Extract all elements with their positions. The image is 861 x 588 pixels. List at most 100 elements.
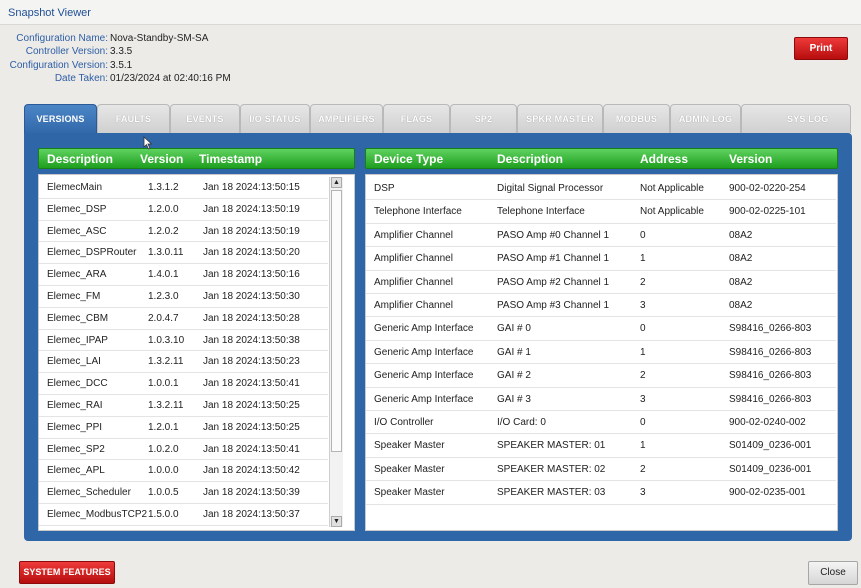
device-row[interactable]: Telephone Interface Telephone Interface No… [366, 200, 836, 224]
device-address-cell: 3 [640, 300, 646, 311]
date-taken-value: 01/23/2024 at 02:40:16 PM [110, 72, 231, 84]
device-version-cell: 08A2 [729, 253, 753, 265]
version-row[interactable]: Elemec_CBM 2.0.4.7 Jan 18 2024:13:50:28 [39, 308, 328, 330]
version-number-cell: 1.2.0.0 [148, 203, 179, 215]
version-row[interactable]: Elemec_SP2 1.0.2.0 Jan 18 2024:13:50:41 [39, 439, 328, 461]
device-type-cell: Amplifier Channel [374, 276, 453, 288]
device-address-cell: 1 [640, 440, 646, 452]
devices-list: DSP Digital Signal Processor Not Applicabl… [365, 174, 838, 531]
device-row[interactable]: Amplifier Channel PASO Amp #1 Channel 1 1 0… [366, 247, 836, 271]
device-row[interactable]: Generic Amp Interface GAI # 0 0 S98416_0266… [366, 317, 836, 341]
device-description-cell: I/O Card: 0 [497, 417, 546, 428]
version-timestamp-cell: Jan 18 2024:13:50:37 [203, 509, 300, 520]
device-row[interactable]: Amplifier Channel PASO Amp #3 Channel 1 3 0… [366, 294, 836, 318]
tab-modbus[interactable]: MODBUS [603, 104, 670, 133]
device-row[interactable]: Generic Amp Interface GAI # 1 1 S98416_0266… [366, 341, 836, 365]
tab-sys-log[interactable]: SYS LOG [741, 104, 851, 133]
close-button[interactable]: Close [808, 561, 858, 585]
version-row[interactable]: Elemec_PPI 1.2.0.1 Jan 18 2024:13:50:25 [39, 417, 328, 439]
version-timestamp-cell: Jan 18 2024:13:50:25 [203, 400, 300, 411]
col-device-description[interactable]: Description [497, 152, 563, 166]
device-row[interactable]: Speaker Master SPEAKER MASTER: 03 3 900-02-… [366, 481, 836, 505]
version-number-cell: 1.0.3.10 [148, 334, 185, 346]
tab-sp2[interactable]: SP2 [450, 104, 517, 133]
col-version[interactable]: Version [140, 152, 183, 166]
device-type-cell: I/O Controller [374, 417, 434, 428]
arrow-up-icon[interactable]: ▲ [331, 177, 342, 188]
col-device-version[interactable]: Version [729, 152, 772, 166]
device-address-cell: 1 [640, 253, 646, 265]
device-description-cell: PASO Amp #1 Channel 1 [497, 253, 610, 265]
device-address-cell: 1 [640, 346, 646, 358]
scroll-thumb[interactable] [331, 190, 342, 452]
tab-spkr-master[interactable]: SPKR MASTER [517, 104, 603, 133]
col-description[interactable]: Description [47, 152, 113, 166]
device-description-cell: SPEAKER MASTER: 03 [497, 487, 606, 499]
version-timestamp-cell: Jan 18 2024:13:50:28 [203, 312, 300, 324]
version-row[interactable]: Elemec_Scheduler 1.0.0.5 Jan 18 2024:13:50… [39, 482, 328, 504]
version-row[interactable]: Elemec_IPAP 1.0.3.10 Jan 18 2024:13:50:38 [39, 330, 328, 352]
tab-flags[interactable]: FLAGS [383, 104, 450, 133]
version-row[interactable]: Elemec_DCC 1.0.0.1 Jan 18 2024:13:50:41 [39, 373, 328, 395]
device-row[interactable]: Speaker Master SPEAKER MASTER: 01 1 S01409_… [366, 434, 836, 458]
device-row[interactable]: DSP Digital Signal Processor Not Applicabl… [366, 177, 836, 201]
version-description-cell: Elemec_ASC [47, 225, 107, 237]
device-version-cell: 08A2 [729, 276, 753, 288]
version-number-cell: 1.2.3.0 [148, 291, 179, 302]
device-address-cell: 0 [640, 417, 646, 428]
version-timestamp-cell: Jan 18 2024:13:50:19 [203, 225, 300, 237]
version-timestamp-cell: Jan 18 2024:13:50:41 [203, 443, 300, 455]
arrow-down-icon[interactable]: ▼ [331, 516, 342, 527]
device-type-cell: DSP [374, 183, 395, 194]
versions-scrollbar[interactable]: ▲ ▼ [329, 177, 343, 527]
version-row[interactable]: ElemecMain 1.3.1.2 Jan 18 2024:13:50:15 [39, 177, 328, 199]
device-version-cell: S01409_0236-001 [729, 440, 812, 452]
tab-events[interactable]: EVENTS [170, 104, 240, 133]
version-number-cell: 1.2.0.2 [148, 225, 179, 237]
device-row[interactable]: Generic Amp Interface GAI # 2 2 S98416_0266… [366, 364, 836, 388]
version-row[interactable]: Elemec_DSP 1.2.0.0 Jan 18 2024:13:50:19 [39, 199, 328, 221]
version-description-cell: ElemecMain [47, 182, 103, 193]
system-features-button[interactable]: SYSTEM FEATURES [19, 561, 115, 584]
col-timestamp[interactable]: Timestamp [199, 152, 262, 166]
version-timestamp-cell: Jan 18 2024:13:50:38 [203, 334, 300, 346]
tab-admin-log[interactable]: ADMIN LOG [670, 104, 741, 133]
device-row[interactable]: Amplifier Channel PASO Amp #2 Channel 1 2 0… [366, 271, 836, 294]
config-name-value: Nova-Standby-SM-SA [110, 33, 209, 44]
date-taken-label: Date Taken: [54, 72, 108, 84]
device-version-cell: 08A2 [729, 229, 753, 241]
version-row[interactable]: Elemec_ASC 1.2.0.2 Jan 18 2024:13:50:19 [39, 221, 328, 243]
tab-io-status[interactable]: I/O STATUS [240, 104, 310, 133]
version-description-cell: Elemec_DSPRouter [47, 247, 137, 259]
version-timestamp-cell: Jan 18 2024:13:50:15 [203, 182, 300, 193]
device-version-cell: 900-02-0235-001 [729, 487, 806, 499]
version-timestamp-cell: Jan 18 2024:13:50:41 [203, 378, 300, 390]
version-row[interactable]: Elemec_LAI 1.3.2.11 Jan 18 2024:13:50:23 [39, 351, 328, 374]
col-device-type[interactable]: Device Type [374, 152, 443, 166]
tab-faults[interactable]: FAULTS [97, 104, 170, 133]
version-timestamp-cell: Jan 18 2024:13:50:23 [203, 356, 300, 368]
version-description-cell: Elemec_SP2 [47, 443, 105, 455]
device-address-cell: 2 [640, 276, 646, 288]
device-address-cell: Not Applicable [640, 183, 704, 194]
version-number-cell: 2.0.4.7 [148, 312, 179, 324]
device-row[interactable]: I/O Controller I/O Card: 0 0 900-02-0240-00… [366, 411, 836, 435]
version-row[interactable]: Elemec_FM 1.2.3.0 Jan 18 2024:13:50:30 [39, 286, 328, 308]
version-description-cell: Elemec_DCC [47, 378, 108, 390]
device-row[interactable]: Generic Amp Interface GAI # 3 3 S98416_0266… [366, 388, 836, 411]
version-row[interactable]: Elemec_ARA 1.4.0.1 Jan 18 2024:13:50:16 [39, 264, 328, 286]
version-row[interactable]: Elemec_RAI 1.3.2.11 Jan 18 2024:13:50:25 [39, 395, 328, 417]
version-row[interactable]: Elemec_DSPRouter 1.3.0.11 Jan 18 2024:13:5… [39, 242, 328, 265]
device-type-cell: Amplifier Channel [374, 253, 453, 265]
version-row[interactable]: Elemec_APL 1.0.0.0 Jan 18 2024:13:50:42 [39, 460, 328, 483]
tab-amplifiers[interactable]: AMPLIFIERS [310, 104, 383, 133]
device-row[interactable]: Amplifier Channel PASO Amp #0 Channel 1 0 0… [366, 224, 836, 248]
version-row[interactable]: Elemec_ModbusTCP2 1.5.0.0 Jan 18 2024:13:5… [39, 504, 328, 526]
device-row[interactable]: Speaker Master SPEAKER MASTER: 02 2 S01409_… [366, 458, 836, 482]
tab-versions[interactable]: VERSIONS [24, 104, 97, 135]
version-timestamp-cell: Jan 18 2024:13:50:16 [203, 269, 300, 281]
col-address[interactable]: Address [640, 152, 688, 166]
print-button[interactable]: Print [794, 37, 848, 60]
device-type-cell: Speaker Master [374, 463, 445, 475]
version-number-cell: 1.3.1.2 [148, 182, 179, 193]
